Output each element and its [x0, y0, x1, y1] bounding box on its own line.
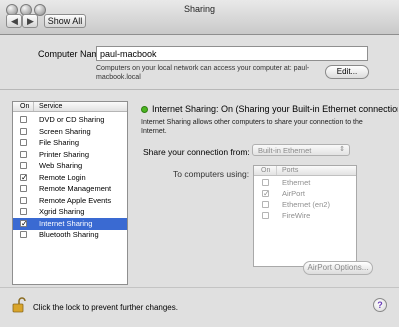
computer-name-hint-line2: macbook.local [96, 74, 141, 81]
service-row[interactable]: Remote Management [13, 183, 127, 195]
separator [0, 287, 399, 288]
header-divider [33, 102, 34, 111]
back-arrow-icon: ◀ [11, 16, 18, 26]
service-checkbox[interactable]: ✓ [20, 173, 28, 181]
services-col-service: Service [39, 103, 63, 110]
port-checkbox[interactable] [262, 179, 269, 186]
edit-button[interactable]: Edit... [325, 65, 369, 79]
port-row[interactable]: Ethernet [254, 177, 356, 187]
service-label: Xgrid Sharing [39, 207, 85, 216]
service-label: Printer Sharing [39, 149, 90, 159]
computer-name-hint: Computers on your local network can acce… [96, 64, 326, 82]
popup-arrows-icon: ⇕ [339, 146, 345, 153]
port-label: FireWire [282, 211, 311, 220]
lock-icon[interactable] [12, 297, 26, 313]
service-row[interactable]: Screen Sharing [13, 126, 127, 138]
service-row[interactable]: Remote Apple Events [13, 195, 127, 207]
port-row[interactable]: ✓ AirPort [254, 188, 356, 198]
title-bar: Sharing ◀ ▶ Show All [0, 0, 399, 35]
service-label: Remote Management [39, 184, 112, 193]
port-checkbox[interactable] [262, 212, 269, 219]
ports-list[interactable]: On Ports Ethernet ✓ AirPort Ethernet (en2) F… [253, 165, 357, 267]
service-row[interactable]: Bluetooth Sharing [13, 229, 127, 241]
service-row[interactable]: ✓ Remote Login [13, 172, 127, 184]
ports-col-on: On [261, 167, 271, 174]
help-question-icon: ? [377, 300, 383, 310]
separator [0, 89, 399, 90]
service-label: Remote Apple Events [39, 195, 112, 205]
status-indicator-icon [141, 106, 148, 113]
service-label: Remote Login [39, 172, 86, 182]
service-checkbox[interactable] [20, 196, 27, 204]
service-label: File Sharing [39, 138, 80, 147]
service-row[interactable]: DVD or CD Sharing [13, 114, 127, 126]
back-button[interactable]: ◀ [6, 14, 22, 28]
internet-sharing-description: Internet Sharing allows other computers … [141, 118, 391, 136]
service-checkbox[interactable] [20, 231, 27, 238]
service-row[interactable]: ✓ Internet Sharing [13, 217, 127, 230]
lock-text: Click the lock to prevent further change… [33, 303, 178, 312]
airport-options-button[interactable]: AirPort Options... [303, 261, 373, 275]
service-label: DVD or CD Sharing [39, 115, 105, 124]
service-checkbox[interactable]: ✓ [20, 219, 28, 227]
services-list-header: On Service [13, 102, 127, 112]
forward-arrow-icon: ▶ [27, 16, 34, 26]
window-title: Sharing [183, 4, 216, 14]
service-checkbox[interactable] [20, 127, 27, 135]
forward-button[interactable]: ▶ [22, 14, 38, 28]
port-checkbox[interactable] [262, 201, 269, 208]
port-checkbox[interactable]: ✓ [262, 190, 270, 198]
service-row[interactable]: File Sharing [13, 137, 127, 149]
lock-icon-svg [12, 297, 26, 313]
service-row[interactable]: Printer Sharing [13, 149, 127, 161]
service-checkbox[interactable] [20, 150, 27, 158]
ports-list-header: On Ports [254, 166, 356, 176]
service-label: Bluetooth Sharing [39, 230, 99, 239]
port-label: Ethernet [282, 178, 311, 187]
description-line1: Internet Sharing allows other computers … [141, 119, 363, 126]
services-list[interactable]: On Service DVD or CD Sharing Screen Shari… [12, 101, 128, 285]
service-label: Internet Sharing [39, 218, 93, 228]
service-row[interactable]: Web Sharing [13, 160, 127, 172]
port-label: AirPort [282, 189, 305, 198]
show-all-button[interactable]: Show All [44, 14, 86, 28]
header-divider [276, 166, 277, 175]
service-checkbox[interactable] [20, 139, 27, 146]
internet-sharing-status: Internet Sharing: On (Sharing your Built… [152, 104, 398, 114]
help-button[interactable]: ? [373, 298, 387, 312]
description-line2: Internet. [141, 128, 167, 135]
service-checkbox[interactable] [20, 116, 27, 123]
service-checkbox[interactable] [20, 185, 27, 192]
show-all-label: Show All [47, 16, 83, 26]
service-checkbox[interactable] [20, 208, 27, 215]
services-col-on: On [20, 103, 30, 110]
computer-name-hint-line1: Computers on your local network can acce… [96, 65, 310, 72]
computer-name-field[interactable]: paul-macbook [96, 46, 368, 61]
share-from-value: Built-in Ethernet [258, 146, 312, 155]
port-row[interactable]: FireWire [254, 210, 356, 220]
port-label: Ethernet (en2) [282, 200, 330, 209]
ports-col-ports: Ports [282, 167, 299, 174]
share-from-label: Share your connection from: [143, 147, 250, 157]
service-label: Web Sharing [39, 161, 83, 170]
port-row[interactable]: Ethernet (en2) [254, 199, 356, 209]
to-computers-label: To computers using: [173, 169, 250, 179]
service-checkbox[interactable] [20, 162, 27, 169]
service-label: Screen Sharing [39, 126, 91, 136]
share-from-popup[interactable]: Built-in Ethernet ⇕ [252, 144, 350, 156]
service-row[interactable]: Xgrid Sharing [13, 206, 127, 218]
sharing-pane: Computer Name: paul-macbook Computers on… [0, 35, 399, 327]
